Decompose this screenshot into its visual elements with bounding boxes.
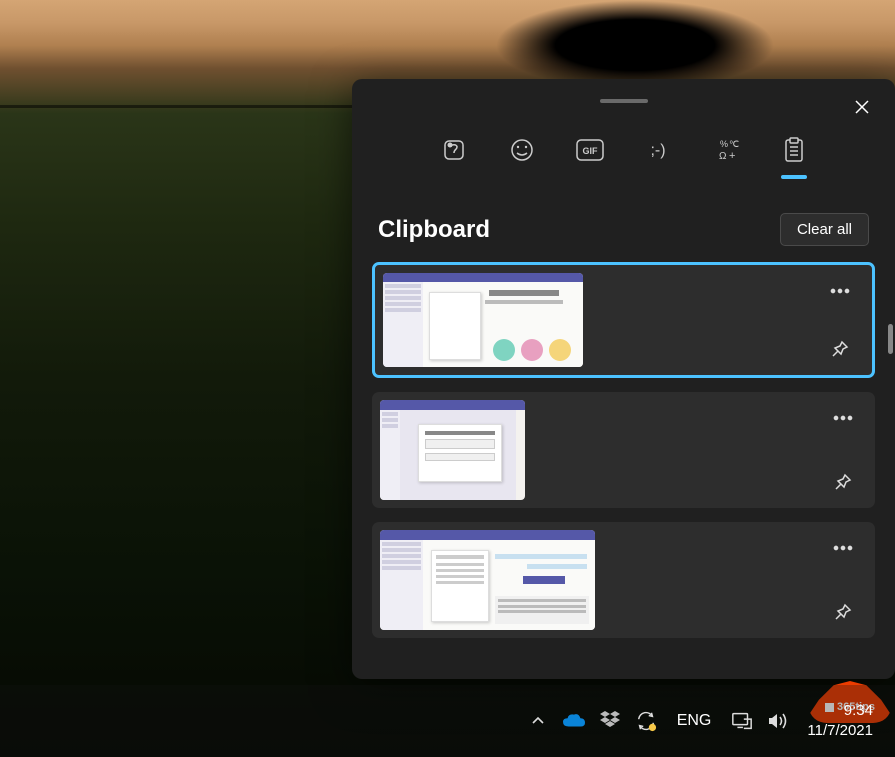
svg-text:+: + (729, 150, 735, 162)
clipboard-thumbnail (383, 273, 583, 367)
clipboard-item[interactable] (372, 262, 875, 378)
clipboard-item[interactable] (372, 522, 875, 638)
onedrive-icon[interactable] (563, 710, 585, 732)
volume-icon[interactable] (767, 710, 789, 732)
pin-button[interactable] (827, 596, 859, 628)
close-button[interactable] (847, 92, 877, 122)
taskbar-clock[interactable]: 9:34 11/7/2021 (803, 701, 877, 742)
date-text: 11/7/2021 (807, 721, 873, 741)
clipboard-title: Clipboard (378, 216, 490, 244)
pin-button[interactable] (824, 333, 856, 365)
tab-clipboard[interactable] (779, 135, 809, 165)
emoji-clipboard-panel: GIF ;-) %℃Ω+ Clipboard Clear all (352, 79, 895, 679)
clipboard-item[interactable] (372, 392, 875, 508)
clipboard-item-actions (827, 402, 859, 498)
more-options-button[interactable] (824, 275, 856, 307)
svg-text:GIF: GIF (582, 146, 598, 156)
wallpaper-tree (495, 0, 775, 90)
tab-emoji[interactable] (507, 135, 537, 165)
taskbar: ENG 9:34 11/7/2021 (0, 685, 895, 757)
panel-tabs: GIF ;-) %℃Ω+ (352, 135, 895, 165)
clipboard-thumbnail (380, 400, 525, 500)
panel-drag-handle[interactable] (600, 99, 648, 103)
tray-chevron-up-icon[interactable] (527, 710, 549, 732)
clipboard-item-actions (827, 532, 859, 628)
pin-button[interactable] (827, 466, 859, 498)
clipboard-header: Clipboard Clear all (378, 213, 869, 246)
clipboard-item-actions (824, 275, 856, 365)
more-options-button[interactable] (827, 402, 859, 434)
sync-icon[interactable] (635, 710, 657, 732)
time-text: 9:34 (807, 701, 873, 721)
svg-text:Ω: Ω (719, 151, 727, 162)
clipboard-thumbnail (380, 530, 595, 630)
language-indicator[interactable]: ENG (671, 712, 718, 730)
panel-scrollbar[interactable] (888, 324, 893, 354)
clear-all-button[interactable]: Clear all (780, 213, 869, 246)
dropbox-icon[interactable] (599, 710, 621, 732)
tab-kaomoji[interactable]: ;-) (643, 135, 673, 165)
tab-symbols[interactable]: %℃Ω+ (711, 135, 741, 165)
svg-text:℃: ℃ (729, 139, 739, 149)
more-options-button[interactable] (827, 532, 859, 564)
svg-text:;-): ;-) (650, 142, 665, 159)
svg-text:%: % (720, 139, 728, 149)
clipboard-items (372, 262, 875, 638)
tab-gif[interactable]: GIF (575, 135, 605, 165)
cast-icon[interactable] (731, 710, 753, 732)
tab-recent[interactable] (439, 135, 469, 165)
